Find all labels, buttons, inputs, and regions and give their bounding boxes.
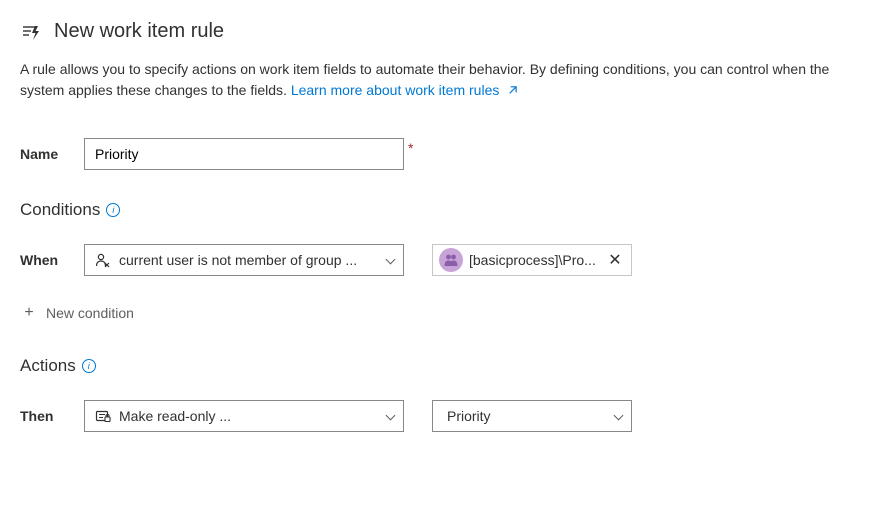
page-title: New work item rule [54, 20, 224, 43]
info-icon[interactable]: i [82, 359, 96, 373]
close-icon[interactable]: ✕ [605, 250, 625, 270]
chevron-down-icon [613, 411, 623, 421]
add-condition-label: New condition [46, 305, 134, 321]
condition-type-dropdown[interactable]: current user is not member of group ... [84, 244, 404, 276]
name-label: Name [20, 146, 84, 162]
actions-title: Actions [20, 356, 76, 376]
group-avatar-icon [439, 248, 463, 272]
action-row: Then Make read-only ... Priority [20, 400, 849, 432]
action-type-dropdown[interactable]: Make read-only ... [84, 400, 404, 432]
learn-more-link[interactable]: Learn more about work item rules [291, 82, 518, 98]
action-field-text: Priority [443, 408, 613, 424]
name-input[interactable] [84, 138, 404, 170]
external-link-icon [507, 81, 518, 102]
readonly-icon [95, 408, 111, 424]
group-chip-text: [basicprocess]\Pro... [469, 252, 599, 268]
user-not-member-icon [95, 252, 111, 268]
when-label: When [20, 252, 84, 268]
chevron-down-icon [385, 255, 395, 265]
conditions-title: Conditions [20, 200, 100, 220]
plus-icon: + [20, 304, 38, 322]
required-indicator: * [408, 140, 413, 156]
group-chip[interactable]: [basicprocess]\Pro... ✕ [432, 244, 632, 276]
condition-type-text: current user is not member of group ... [119, 252, 385, 268]
page-description: A rule allows you to specify actions on … [20, 59, 849, 102]
name-row: Name * [20, 138, 849, 170]
rule-icon [20, 21, 42, 43]
action-type-text: Make read-only ... [119, 408, 385, 424]
info-icon[interactable]: i [106, 203, 120, 217]
add-condition-button[interactable]: + New condition [20, 300, 849, 326]
then-label: Then [20, 408, 84, 424]
condition-row: When current user is not member of group… [20, 244, 849, 276]
action-field-dropdown[interactable]: Priority [432, 400, 632, 432]
actions-header: Actions i [20, 356, 849, 376]
conditions-header: Conditions i [20, 200, 849, 220]
chevron-down-icon [385, 411, 395, 421]
page-header: New work item rule [20, 20, 849, 43]
